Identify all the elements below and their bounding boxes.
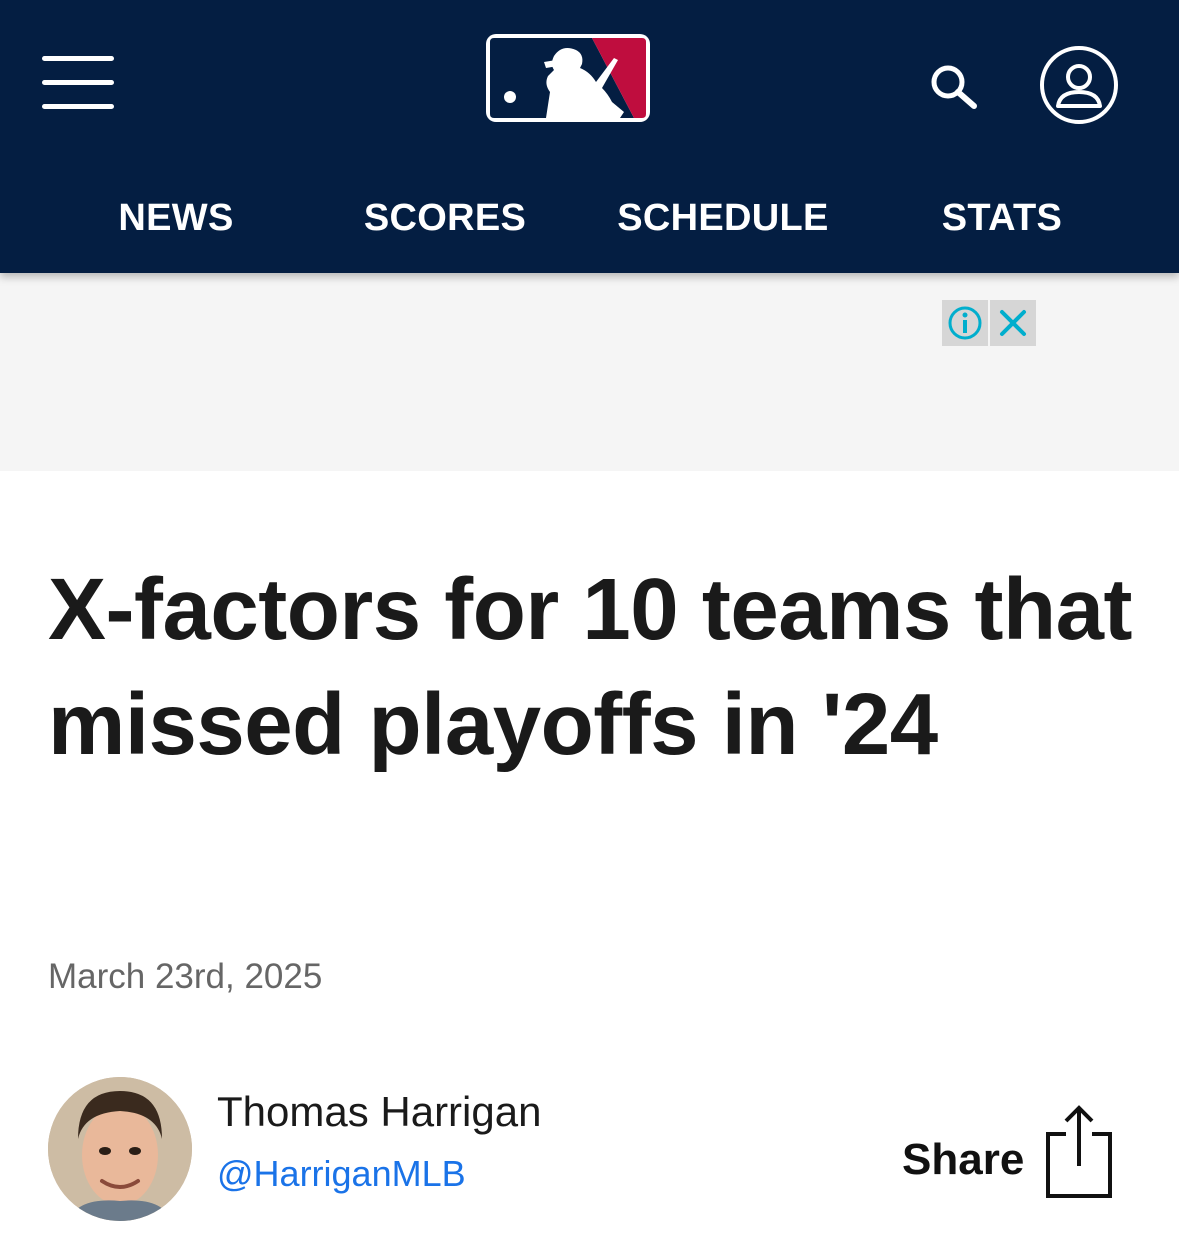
author-name[interactable]: Thomas Harrigan [217, 1086, 541, 1138]
article-headline: X-factors for 10 teams that missed playo… [48, 561, 1132, 773]
nav-item-scores[interactable]: SCORES [362, 190, 528, 246]
author-avatar[interactable] [48, 1077, 192, 1221]
nav-item-stats[interactable]: STATS [940, 190, 1064, 246]
share-button[interactable]: Share [900, 1104, 1120, 1200]
ad-banner [0, 273, 1179, 471]
author-photo [48, 1077, 192, 1221]
main-nav: NEWS SCORES SCHEDULE STATS [0, 190, 1179, 246]
share-label: Share [902, 1135, 1025, 1184]
close-icon[interactable] [990, 300, 1036, 346]
nav-item-schedule[interactable]: SCHEDULE [612, 190, 834, 246]
mlb-logo[interactable] [484, 32, 652, 124]
article-date: March 23rd, 2025 [48, 957, 323, 996]
account-icon[interactable] [1038, 44, 1120, 126]
author-handle-link[interactable]: @HarriganMLB [217, 1150, 466, 1198]
info-icon[interactable] [942, 300, 988, 346]
share-icon [1046, 1105, 1112, 1198]
hamburger-menu-icon[interactable] [42, 56, 114, 112]
search-icon[interactable] [926, 60, 982, 112]
site-header: NEWS SCORES SCHEDULE STATS [0, 0, 1179, 273]
nav-item-news[interactable]: NEWS [116, 190, 236, 246]
